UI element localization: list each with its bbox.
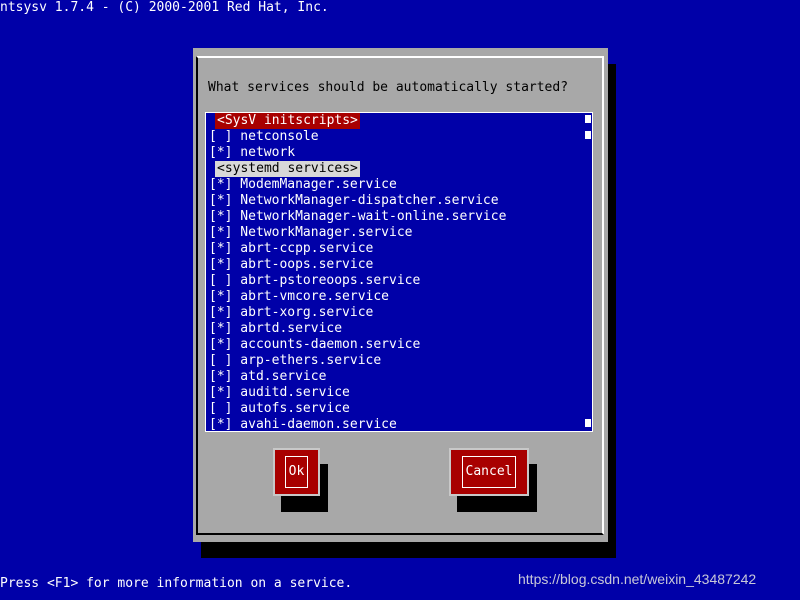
service-item[interactable]: [ ] autofs.service <box>206 401 590 417</box>
section-header-sysv: <SysV initscripts> <box>206 113 590 129</box>
service-item[interactable]: [*] accounts-daemon.service <box>206 337 590 353</box>
service-item[interactable]: [*] NetworkManager-wait-online.service <box>206 209 590 225</box>
service-item[interactable]: [*] abrt-ccpp.service <box>206 241 590 257</box>
service-item[interactable]: [*] abrt-vmcore.service <box>206 289 590 305</box>
systemd-header-label: <systemd services> <box>215 161 360 177</box>
service-label: [*] abrt-oops.service <box>209 257 374 272</box>
service-label: [*] abrt-ccpp.service <box>209 241 374 256</box>
ok-button-label: Ok <box>284 456 309 488</box>
watermark-text: https://blog.csdn.net/weixin_43487242 <box>518 571 757 587</box>
service-item[interactable]: [*] auditd.service <box>206 385 590 401</box>
service-label: [*] atd.service <box>209 369 327 384</box>
service-label: [*] abrt-xorg.service <box>209 305 374 320</box>
service-item[interactable]: [ ] arp-ethers.service <box>206 353 590 369</box>
service-item[interactable]: [*] abrt-oops.service <box>206 257 590 273</box>
service-item[interactable]: [*] NetworkManager-dispatcher.service <box>206 193 590 209</box>
section-header-systemd: <systemd services> <box>206 161 590 177</box>
service-label: [*] NetworkManager-wait-online.service <box>209 209 507 224</box>
service-label: [*] NetworkManager.service <box>209 225 413 240</box>
service-label: [ ] netconsole <box>209 129 319 144</box>
sysv-header-label: <SysV initscripts> <box>215 113 360 129</box>
service-item[interactable]: [*] NetworkManager.service <box>206 225 590 241</box>
service-label: [*] auditd.service <box>209 385 350 400</box>
cancel-button[interactable]: Cancel <box>449 448 529 496</box>
service-label: [*] abrtd.service <box>209 321 343 336</box>
service-label: [ ] autofs.service <box>209 401 350 416</box>
app-title: ntsysv 1.7.4 - (C) 2000-2001 Red Hat, In… <box>0 0 329 15</box>
service-item[interactable]: [*] ModemManager.service <box>206 177 590 193</box>
ok-button[interactable]: Ok <box>273 448 320 496</box>
service-label: [*] ModemManager.service <box>209 177 397 192</box>
dialog-prompt: What services should be automatically st… <box>208 80 569 95</box>
scrollbar-down-marker <box>585 419 591 427</box>
service-label: [ ] arp-ethers.service <box>209 353 382 368</box>
service-label: [*] network <box>209 145 296 160</box>
cancel-button-label: Cancel <box>461 456 517 488</box>
list-scrollbar[interactable] <box>585 113 591 431</box>
service-label: [*] accounts-daemon.service <box>209 337 421 352</box>
service-item[interactable]: [*] network <box>206 145 590 161</box>
service-item[interactable]: [ ] netconsole <box>206 129 590 145</box>
scrollbar-thumb[interactable] <box>585 131 591 139</box>
services-list[interactable]: <SysV initscripts> [ ] netconsole [*] ne… <box>205 112 593 432</box>
service-item[interactable]: [*] abrt-xorg.service <box>206 305 590 321</box>
service-label: [*] avahi-daemon.service <box>209 417 397 432</box>
service-label: [ ] abrt-pstoreoops.service <box>209 273 421 288</box>
help-hint: Press <F1> for more information on a ser… <box>0 576 353 591</box>
scrollbar-up-marker <box>585 115 591 123</box>
service-label: [*] NetworkManager-dispatcher.service <box>209 193 499 208</box>
service-label: [*] abrt-vmcore.service <box>209 289 390 304</box>
service-item[interactable]: [*] atd.service <box>206 369 590 385</box>
service-item[interactable]: [*] abrtd.service <box>206 321 590 337</box>
service-item[interactable]: [*] avahi-daemon.service <box>206 417 590 432</box>
service-item[interactable]: [ ] abrt-pstoreoops.service <box>206 273 590 289</box>
